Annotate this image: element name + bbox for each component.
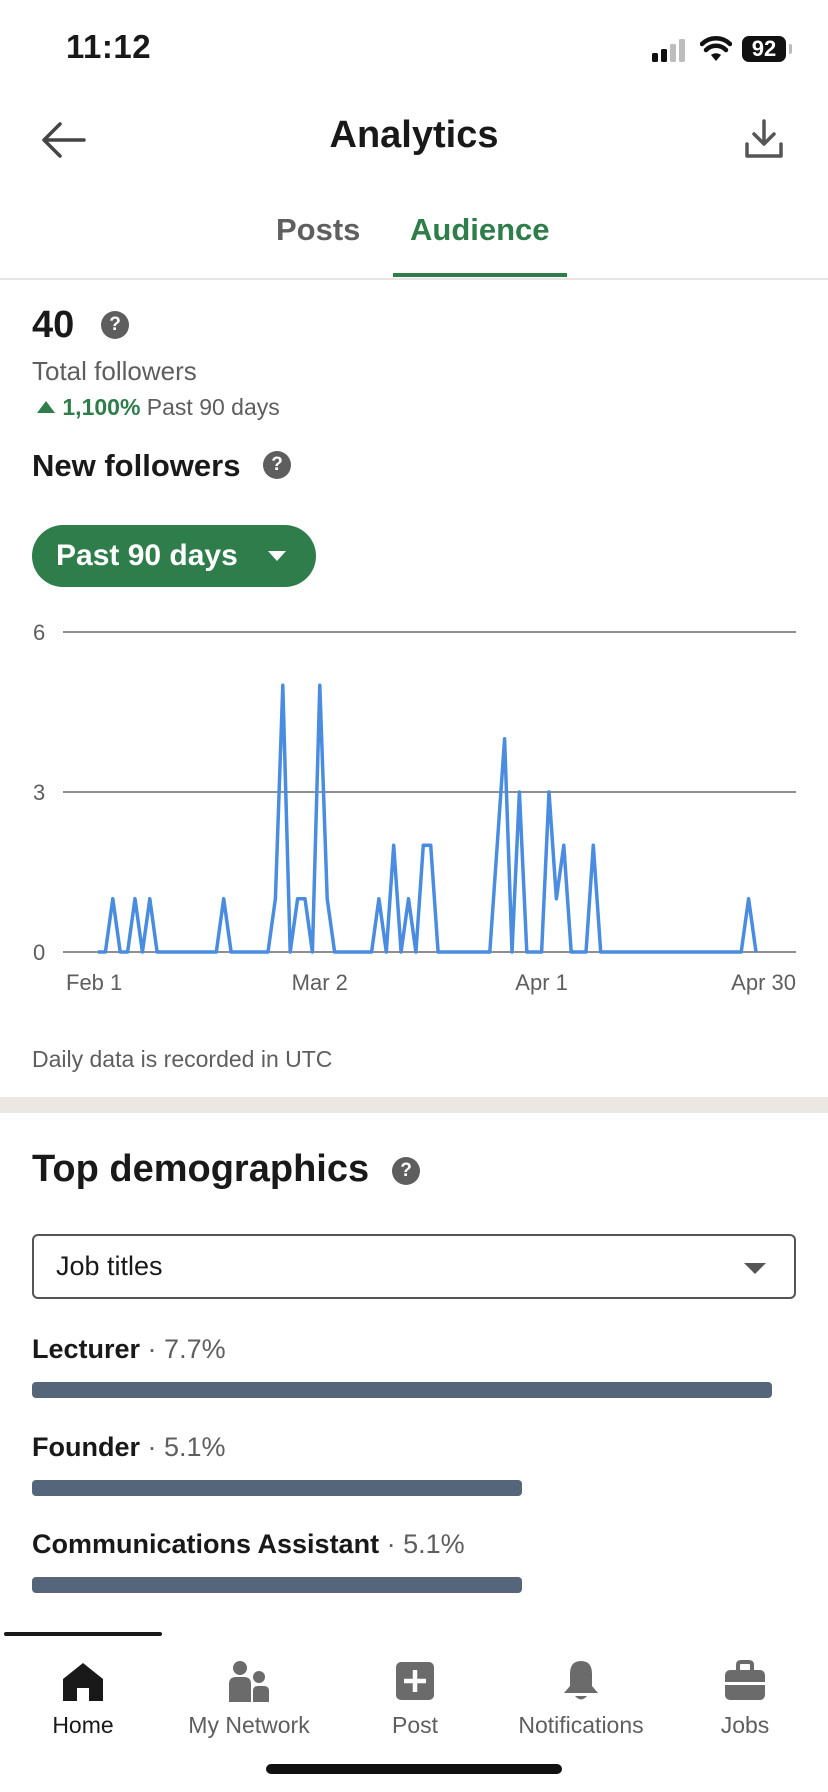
nav-home[interactable]: Home	[0, 1658, 166, 1739]
status-time: 11:12	[66, 28, 152, 65]
help-icon[interactable]: ?	[392, 1157, 420, 1185]
tab-audience[interactable]: Audience	[410, 212, 550, 248]
nav-notifications[interactable]: Notifications	[498, 1658, 664, 1739]
page-title: Analytics	[329, 114, 499, 156]
active-nav-indicator	[4, 1632, 162, 1636]
header-divider	[0, 278, 828, 280]
total-followers-label: Total followers	[32, 356, 197, 386]
post-plus-icon	[396, 1662, 434, 1700]
x-tick-label: Apr 30	[731, 970, 796, 995]
caret-down-icon	[268, 551, 286, 561]
wifi-icon	[700, 36, 732, 61]
x-tick-label: Apr 1	[515, 970, 568, 995]
y-tick-label: 3	[33, 780, 45, 805]
growth-period: Past 90 days	[146, 394, 280, 420]
x-tick-label: Mar 2	[292, 970, 348, 995]
tab-posts[interactable]: Posts	[276, 212, 360, 248]
help-icon[interactable]: ?	[263, 451, 291, 479]
utc-note: Daily data is recorded in UTC	[32, 1046, 333, 1072]
follower-growth: 1,100% Past 90 days	[36, 394, 280, 421]
total-followers-count: 40	[32, 304, 75, 346]
selector-value: Job titles	[56, 1251, 163, 1281]
demographic-item-label: Founder · 5.1%	[32, 1432, 226, 1462]
nav-label: Notifications	[518, 1712, 644, 1738]
date-range-button[interactable]: Past 90 days	[32, 525, 316, 587]
nav-post[interactable]: Post	[332, 1658, 498, 1739]
demographic-bar	[32, 1577, 522, 1593]
demographics-selector[interactable]: Job titles	[32, 1234, 796, 1299]
network-icon	[229, 1661, 269, 1702]
demographics-title: Top demographics	[32, 1148, 370, 1190]
demographic-item-label: Communications Assistant · 5.1%	[32, 1529, 465, 1559]
home-indicator	[266, 1764, 562, 1774]
demographic-item-label: Lecturer · 7.7%	[32, 1334, 226, 1364]
active-tab-indicator	[393, 273, 567, 277]
download-icon[interactable]	[744, 118, 784, 160]
x-tick-label: Feb 1	[66, 970, 122, 995]
date-range-label: Past 90 days	[56, 539, 238, 572]
nav-my-network[interactable]: My Network	[166, 1658, 332, 1739]
battery-indicator: 92	[742, 36, 786, 62]
help-icon[interactable]: ?	[101, 311, 129, 339]
bell-icon	[564, 1661, 598, 1700]
nav-label: Post	[391, 1712, 439, 1738]
section-separator	[0, 1097, 828, 1113]
y-tick-label: 0	[33, 940, 45, 965]
nav-label: Home	[52, 1712, 114, 1738]
nav-label: Jobs	[720, 1712, 770, 1738]
new-followers-line	[98, 683, 758, 954]
growth-percent: 1,100%	[62, 394, 141, 420]
nav-label: My Network	[188, 1712, 310, 1738]
cellular-signal-icon	[652, 39, 685, 62]
new-followers-title: New followers	[32, 448, 241, 483]
battery-tip	[789, 44, 792, 54]
y-tick-label: 6	[33, 620, 45, 645]
home-icon	[63, 1663, 103, 1701]
briefcase-icon	[725, 1660, 765, 1700]
new-followers-chart: 0 3 6 Feb 1 Mar 2 Apr 1 Apr 30	[33, 620, 796, 995]
chevron-down-icon	[744, 1263, 766, 1274]
demographic-bar	[32, 1382, 772, 1398]
trend-up-icon	[37, 401, 55, 413]
demographic-bar	[32, 1480, 522, 1496]
nav-jobs[interactable]: Jobs	[662, 1658, 828, 1739]
